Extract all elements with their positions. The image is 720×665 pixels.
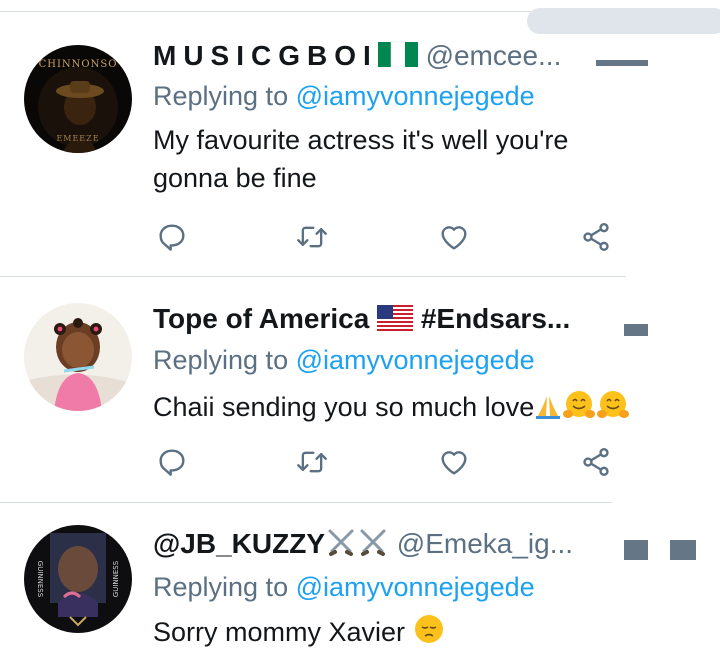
user-handle: @emcee...: [425, 40, 562, 71]
like-icon: [441, 451, 467, 475]
display-name[interactable]: MUSICGBOI: [153, 40, 378, 71]
retweet-icon: [297, 451, 327, 473]
svg-text:GUINNESS: GUINNESS: [36, 561, 44, 598]
name-line[interactable]: Tope of America #Endsars...: [153, 299, 613, 339]
tweet-card[interactable]: GUINNESS GUINNESS @JB_KUZZY @Emeka_ig...…: [0, 503, 640, 665]
hashtag[interactable]: #Endsars...: [421, 303, 570, 334]
user-handle: @Emeka_ig...: [396, 528, 574, 559]
like-button[interactable]: [437, 445, 471, 479]
share-button[interactable]: [579, 220, 613, 254]
svg-text:GUINNESS: GUINNESS: [112, 560, 120, 597]
display-name[interactable]: Tope of America: [153, 303, 369, 334]
avatar[interactable]: CHINNONSO EMEEZE: [24, 45, 132, 153]
tweet-text: Sorry mommy Xavier: [153, 613, 633, 655]
name-line[interactable]: @JB_KUZZY @Emeka_ig...: [153, 524, 583, 564]
crossed-swords-icon: [325, 528, 357, 559]
tweet-actions: [155, 220, 615, 254]
tweet-card[interactable]: CHINNONSO EMEEZE MUSICGBOI @emcee... Rep…: [0, 0, 640, 276]
tweet-text: My favourite actress it's well you're go…: [153, 125, 569, 193]
replying-label: Replying to: [153, 81, 289, 111]
reply-icon: [159, 224, 185, 251]
mention-link[interactable]: @iamyvonnejegede: [296, 572, 535, 602]
like-button[interactable]: [437, 220, 471, 254]
mention-link[interactable]: @iamyvonnejegede: [296, 345, 535, 375]
share-button[interactable]: [579, 445, 613, 479]
reply-button[interactable]: [155, 445, 189, 479]
scrollbar-mark: [670, 540, 696, 560]
replying-to: Replying to @iamyvonnejegede: [153, 79, 535, 113]
tweet-actions: [155, 445, 615, 479]
nigeria-flag-icon: [377, 40, 418, 71]
reply-icon: [159, 449, 185, 476]
avatar[interactable]: [24, 303, 132, 411]
share-icon: [583, 223, 609, 251]
usa-flag-icon: [377, 303, 414, 334]
tweet-text: Chaii sending you so much love: [153, 388, 713, 430]
like-icon: [441, 226, 467, 250]
share-icon: [583, 448, 609, 476]
svg-text:EMEEZE: EMEEZE: [56, 134, 99, 143]
retweet-button[interactable]: [295, 220, 329, 254]
tweet-text-content: Sorry mommy Xavier: [153, 617, 406, 647]
svg-text:CHINNONSO: CHINNONSO: [39, 59, 118, 70]
avatar[interactable]: GUINNESS GUINNESS: [24, 525, 132, 633]
retweet-icon: [297, 226, 327, 248]
hugging-face-icon: [562, 390, 596, 430]
scrollbar-mark: [596, 60, 648, 66]
tweet-card[interactable]: Tope of America #Endsars... Replying to …: [0, 277, 640, 502]
replying-label: Replying to: [153, 345, 289, 375]
tweet-text-content: Chaii sending you so much love: [153, 392, 535, 422]
display-name[interactable]: @JB_KUZZY: [153, 528, 325, 559]
replying-to: Replying to @iamyvonnejegede: [153, 343, 535, 377]
name-line[interactable]: MUSICGBOI @emcee...: [153, 36, 563, 76]
pensive-face-icon: [413, 613, 445, 655]
replying-label: Replying to: [153, 572, 289, 602]
folded-hands-icon: [534, 392, 562, 430]
hugging-face-icon: [596, 390, 630, 430]
scrollbar-mark: [624, 540, 648, 560]
crossed-swords-icon: [357, 528, 389, 559]
reply-button[interactable]: [155, 220, 189, 254]
replying-to: Replying to @iamyvonnejegede: [153, 570, 535, 604]
retweet-button[interactable]: [295, 445, 329, 479]
scrollbar-mark: [624, 324, 648, 336]
mention-link[interactable]: @iamyvonnejegede: [296, 81, 535, 111]
